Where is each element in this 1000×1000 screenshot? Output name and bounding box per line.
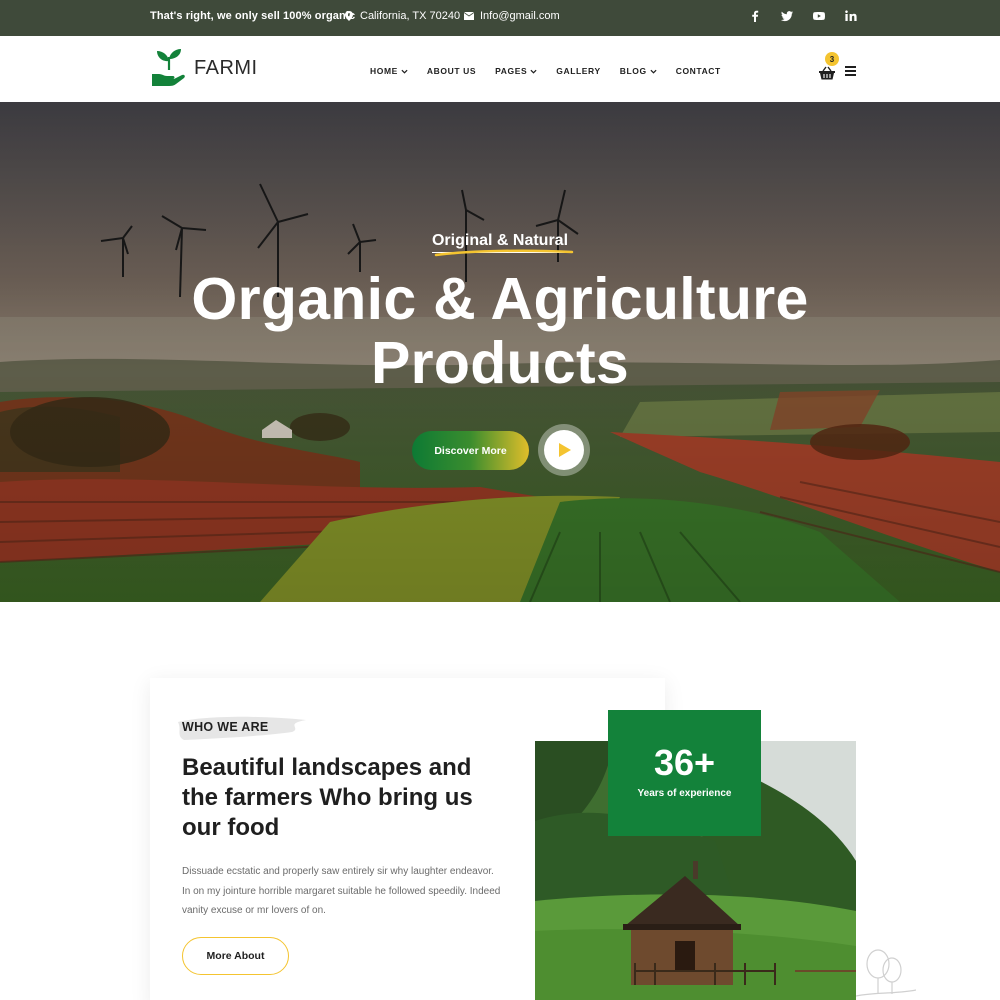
nav-item-gallery[interactable]: GALLERY [556,66,601,76]
more-about-button[interactable]: More About [182,937,289,975]
nav-label: BLOG [619,66,647,76]
play-video-button[interactable] [538,424,590,476]
cart-button[interactable]: 3 [818,52,840,80]
nav-label: HOME [370,66,398,76]
hero-title-line-1: Organic & Agriculture [191,266,809,332]
about-description: Dissuade ecstatic and properly saw entir… [182,866,501,916]
logo[interactable]: FARMI [150,48,258,88]
nav-item-pages[interactable]: PAGES [495,66,537,76]
page: That's right, we only sell 100% organic … [0,0,1000,1000]
play-button-inner [544,430,584,470]
nav-label: ABOUT US [426,66,477,76]
sprout-hand-icon [152,49,185,86]
nav-label: PAGES [495,66,528,76]
basket-icon [819,66,835,80]
email-text: Info@gmail.com [480,10,560,22]
chevron-down-icon [401,69,408,74]
social-links [748,9,858,23]
nav-item-contact[interactable]: CONTACT [676,66,721,76]
experience-badge: 36+ Years of experience [608,710,761,836]
underline-swoosh [434,249,574,257]
main-nav: HOME ABOUT US PAGES GALLERY BLOG CONTACT [370,66,721,76]
tree-outline-decoration [856,949,916,997]
hero-title-line-2: Products [370,330,630,396]
facebook-icon[interactable] [748,9,762,23]
nav-item-blog[interactable]: BLOG [620,66,657,76]
envelope-icon [464,12,474,20]
twitter-icon[interactable] [780,9,794,23]
hero-section: Original & Natural Organic & Agriculture… [0,102,1000,602]
location-info: California, TX 70240 [344,10,460,22]
play-icon [559,443,571,457]
section-label: WHO WE ARE [182,720,269,734]
map-pin-icon [345,11,353,21]
chevron-down-icon [530,69,537,74]
youtube-icon[interactable] [812,9,826,23]
email-link[interactable]: Info@gmail.com [464,10,560,22]
cart-count-badge: 3 [825,52,839,66]
experience-number: 36+ [653,742,716,783]
navbar: FARMI HOME ABOUT US PAGES GALLERY BLOG C… [0,36,1000,102]
experience-label: Years of experience [637,788,732,799]
location-text: California, TX 70240 [360,10,461,22]
tagline: That's right, we only sell 100% organic [150,10,356,22]
hero-title: Organic & Agriculture Products [0,267,1000,395]
nav-item-about-us[interactable]: ABOUT US [427,66,476,76]
nav-item-home[interactable]: HOME [370,66,408,76]
nav-label: CONTACT [675,66,721,76]
nav-label: GALLERY [556,66,601,76]
menu-toggle-icon[interactable] [845,66,856,76]
logo-text: FARMI [194,56,258,79]
about-heading: Beautiful landscapes and the farmers Who… [182,754,473,841]
linkedin-icon[interactable] [844,9,858,23]
chevron-down-icon [650,69,657,74]
discover-more-button[interactable]: Discover More [412,431,529,470]
